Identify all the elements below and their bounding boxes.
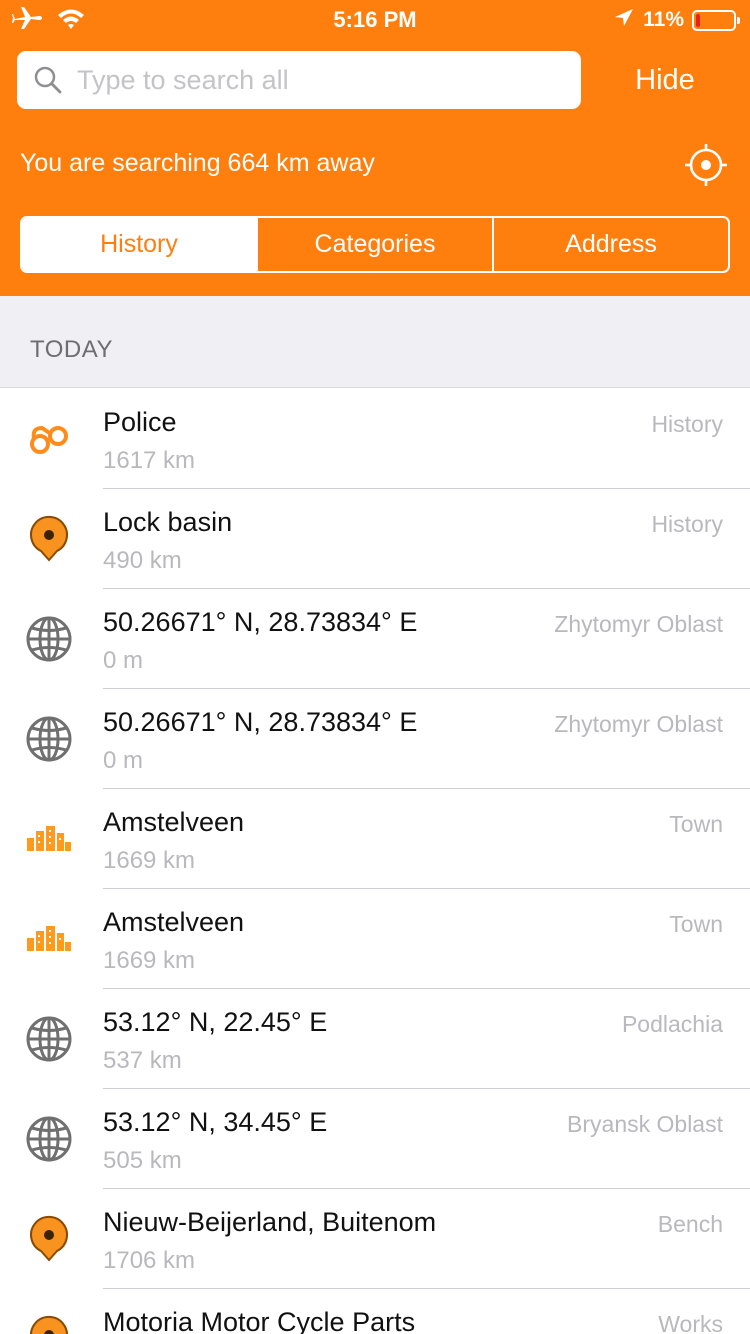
globe-icon — [24, 1114, 74, 1164]
history-list: Police 1617 km History Lock basin 490 km Hist… — [0, 389, 750, 1334]
list-item[interactable]: 50.26671° N, 28.73834° E 0 m Zhytomyr Obla… — [0, 689, 750, 789]
item-title: Motoria Motor Cycle Parts — [103, 1307, 416, 1334]
item-distance: 1706 km — [103, 1247, 196, 1274]
town-icon — [24, 914, 74, 964]
list-item[interactable]: 53.12° N, 34.45° E 505 km Bryansk Oblast — [0, 1089, 750, 1189]
item-type: Works — [658, 1311, 723, 1334]
item-title: 53.12° N, 34.45° E — [103, 1107, 328, 1137]
item-distance: 1669 km — [103, 847, 196, 874]
item-type: Town — [669, 811, 723, 837]
pin-icon — [24, 514, 74, 564]
locate-me-icon[interactable] — [684, 143, 728, 187]
status-right: 11% — [613, 6, 740, 34]
item-type: History — [651, 511, 723, 537]
item-title: Police — [103, 407, 177, 437]
list-item[interactable]: 53.12° N, 22.45° E 537 km Podlachia — [0, 989, 750, 1089]
handcuffs-icon — [24, 414, 74, 464]
item-type: Zhytomyr Oblast — [554, 711, 723, 737]
pin-icon — [24, 1314, 74, 1334]
globe-icon — [24, 1014, 74, 1064]
item-type: History — [651, 411, 723, 437]
item-type: Bench — [657, 1211, 723, 1237]
hide-button[interactable]: Hide — [610, 55, 720, 105]
item-title: Amstelveen — [103, 807, 245, 837]
search-distance-info: You are searching 664 km away — [20, 149, 375, 177]
search-mode-tabs: History Categories Address — [20, 216, 730, 273]
status-bar: 5:16 PM 11% — [0, 0, 750, 40]
item-title: Lock basin — [103, 507, 233, 537]
item-type: Zhytomyr Oblast — [554, 611, 723, 637]
battery-level — [696, 13, 700, 27]
item-distance: 1617 km — [103, 447, 196, 474]
list-item[interactable]: Lock basin 490 km History — [0, 489, 750, 589]
item-distance: 0 m — [103, 747, 144, 774]
list-item[interactable]: Nieuw-Beijerland, Buitenom 1706 km Bench — [0, 1189, 750, 1289]
item-distance: 537 km — [103, 1047, 182, 1074]
item-type: Bryansk Oblast — [567, 1111, 723, 1137]
pin-icon — [24, 1214, 74, 1264]
battery-icon — [692, 9, 740, 31]
list-item[interactable]: 50.26671° N, 28.73834° E 0 m Zhytomyr Obla… — [0, 589, 750, 689]
item-title: 50.26671° N, 28.73834° E — [103, 607, 418, 637]
item-title: Amstelveen — [103, 907, 245, 937]
location-arrow-icon — [613, 7, 635, 34]
battery-percent: 11% — [643, 8, 684, 31]
item-distance: 0 m — [103, 647, 144, 674]
globe-icon — [24, 714, 74, 764]
item-distance: 1669 km — [103, 947, 196, 974]
item-title: 53.12° N, 22.45° E — [103, 1007, 328, 1037]
item-type: Town — [669, 911, 723, 937]
globe-icon — [24, 614, 74, 664]
tab-history[interactable]: History — [22, 218, 256, 271]
item-type: Podlachia — [621, 1011, 723, 1037]
list-item[interactable]: Amstelveen 1669 km Town — [0, 889, 750, 989]
search-input[interactable] — [77, 59, 567, 101]
item-title: 50.26671° N, 28.73834° E — [103, 707, 418, 737]
item-distance: 505 km — [103, 1147, 182, 1174]
search-icon — [34, 66, 62, 94]
section-header: TODAY — [0, 296, 750, 388]
tab-categories[interactable]: Categories — [256, 218, 492, 271]
section-title: TODAY — [30, 336, 113, 363]
battery-cap — [737, 16, 740, 24]
town-icon — [24, 814, 74, 864]
list-item[interactable]: Amstelveen 1669 km Town — [0, 789, 750, 889]
tab-address[interactable]: Address — [492, 218, 728, 271]
top-header: 5:16 PM 11% Hide You are searching 664 k… — [0, 0, 750, 296]
list-item[interactable]: Motoria Motor Cycle Parts Works — [0, 1289, 750, 1334]
item-title: Nieuw-Beijerland, Buitenom — [103, 1207, 437, 1237]
search-box[interactable] — [17, 51, 581, 109]
item-distance: 490 km — [103, 547, 182, 574]
list-item[interactable]: Police 1617 km History — [0, 389, 750, 489]
